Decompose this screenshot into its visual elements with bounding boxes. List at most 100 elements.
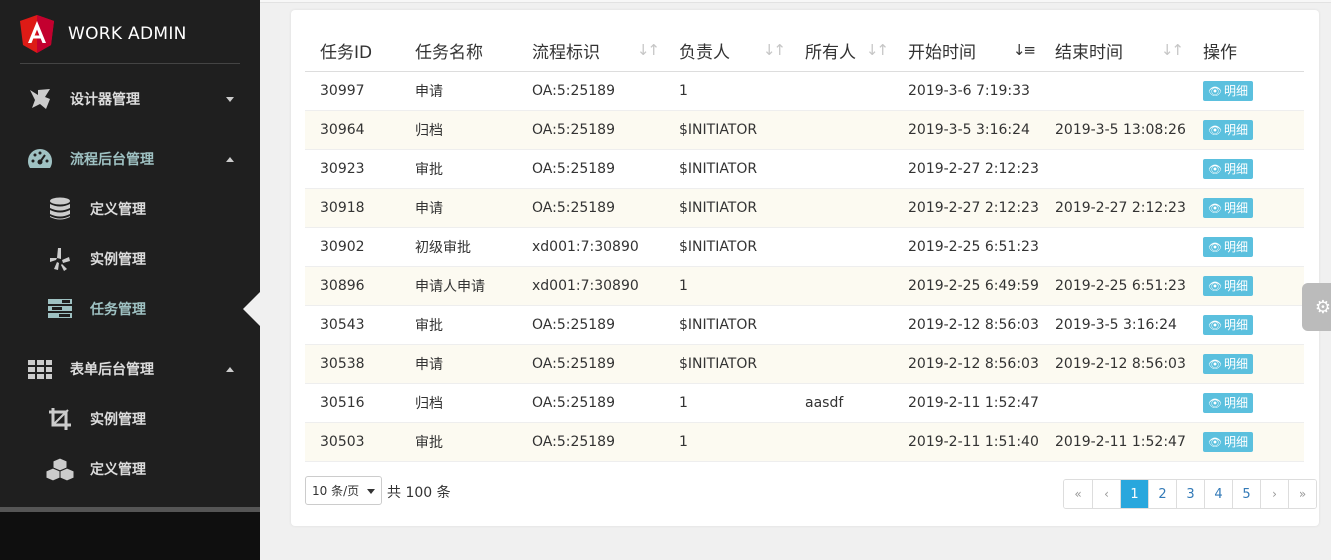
- cell-end-time: 2019-2-12 8:56:03: [1040, 344, 1188, 384]
- column-header-end-time[interactable]: 结束时间 ↓↑: [1040, 31, 1188, 72]
- cell-process-key: OA:5:25189: [517, 149, 664, 189]
- table-row: 30997 申请 OA:5:25189 1 2019-3-6 7:19:33 👁 明细: [305, 71, 1304, 111]
- detail-button[interactable]: 👁 明细: [1203, 353, 1253, 374]
- eye-icon: 👁: [1208, 201, 1222, 215]
- eye-icon: 👁: [1208, 279, 1222, 293]
- eye-icon: 👁: [1208, 435, 1222, 449]
- sort-icon[interactable]: ↓↑: [763, 41, 786, 59]
- cell-task-name: 申请: [400, 188, 517, 228]
- cell-task-name: 申请人申请: [400, 266, 517, 306]
- designer-icon: [26, 85, 54, 113]
- sort-desc-icon[interactable]: ↓≡: [1013, 41, 1036, 59]
- detail-button[interactable]: 👁 明细: [1203, 80, 1253, 101]
- cell-start-time: 2019-2-27 2:12:23: [893, 188, 1040, 228]
- detail-button-label: 明细: [1223, 278, 1248, 293]
- column-header-assignee[interactable]: 负责人 ↓↑: [664, 31, 790, 72]
- column-header-process-key[interactable]: 流程标识 ↓↑: [517, 31, 664, 72]
- cell-actions: 👁 明细: [1188, 383, 1304, 423]
- pagination-page-5[interactable]: 5: [1232, 480, 1260, 508]
- cell-assignee: $INITIATOR: [664, 227, 790, 267]
- sidebar-item-form-instances[interactable]: 实例管理: [0, 399, 260, 439]
- detail-button[interactable]: 👁 明细: [1203, 197, 1253, 218]
- detail-button[interactable]: 👁 明细: [1203, 392, 1253, 413]
- column-header-start-time[interactable]: 开始时间 ↓≡: [893, 31, 1040, 72]
- cell-assignee: $INITIATOR: [664, 305, 790, 345]
- sidebar-item-process-admin[interactable]: 流程后台管理: [0, 139, 260, 179]
- sidebar-item-process-definitions[interactable]: 定义管理: [0, 189, 260, 229]
- detail-button[interactable]: 👁 明细: [1203, 431, 1253, 452]
- cell-process-key: OA:5:25189: [517, 305, 664, 345]
- sidebar-item-label: 任务管理: [90, 302, 146, 318]
- pagination-first[interactable]: «: [1064, 480, 1092, 508]
- cell-actions: 👁 明细: [1188, 344, 1304, 384]
- cell-owner: [790, 227, 893, 267]
- settings-toggle[interactable]: ⚙: [1302, 283, 1331, 331]
- eye-icon: 👁: [1208, 123, 1222, 137]
- pagination-page-1[interactable]: 1: [1120, 480, 1148, 508]
- detail-button[interactable]: 👁 明细: [1203, 236, 1253, 257]
- detail-button[interactable]: 👁 明细: [1203, 158, 1253, 179]
- pagination-page-3[interactable]: 3: [1176, 480, 1204, 508]
- eye-icon: 👁: [1208, 396, 1222, 410]
- cell-owner: [790, 266, 893, 306]
- cell-actions: 👁 明细: [1188, 227, 1304, 267]
- cell-task-id: 30964: [305, 110, 400, 150]
- sort-icon[interactable]: ↓↑: [1161, 41, 1184, 59]
- sidebar-item-label: 定义管理: [90, 202, 146, 218]
- cell-assignee: 1: [664, 266, 790, 306]
- cell-task-name: 审批: [400, 422, 517, 462]
- cell-task-name: 申请: [400, 71, 517, 111]
- cell-end-time: 2019-3-5 3:16:24: [1040, 305, 1188, 345]
- cell-owner: [790, 149, 893, 189]
- cell-process-key: OA:5:25189: [517, 383, 664, 423]
- eye-icon: 👁: [1208, 240, 1222, 254]
- pagination-page-2[interactable]: 2: [1148, 480, 1176, 508]
- cell-task-name: 审批: [400, 149, 517, 189]
- cell-end-time: [1040, 383, 1188, 423]
- column-header-task-name[interactable]: 任务名称: [400, 31, 517, 72]
- cell-assignee: 1: [664, 383, 790, 423]
- cell-process-key: OA:5:25189: [517, 110, 664, 150]
- pagination-next[interactable]: ›: [1260, 480, 1288, 508]
- cell-owner: [790, 344, 893, 384]
- pagination-last[interactable]: »: [1288, 480, 1316, 508]
- cubes-icon: [46, 455, 74, 483]
- cell-owner: aasdf: [790, 383, 893, 423]
- sidebar-item-label: 实例管理: [90, 252, 146, 268]
- sidebar-item-form-definitions[interactable]: 定义管理: [0, 449, 260, 489]
- sort-icon[interactable]: ↓↑: [637, 41, 660, 59]
- task-table: 任务ID 任务名称 流程标识 ↓↑ 负责人 ↓↑ 所有人 ↓↑ 开始时间 ↓≡ 结束时间…: [305, 31, 1304, 462]
- cell-task-id: 30923: [305, 149, 400, 189]
- cell-actions: 👁 明细: [1188, 149, 1304, 189]
- detail-button[interactable]: 👁 明细: [1203, 119, 1253, 140]
- pagination-prev[interactable]: ‹: [1092, 480, 1120, 508]
- sidebar-item-process-instances[interactable]: 实例管理: [0, 239, 260, 279]
- cell-process-key: xd001:7:30890: [517, 266, 664, 306]
- column-header-owner[interactable]: 所有人 ↓↑: [790, 31, 893, 72]
- cell-start-time: 2019-2-27 2:12:23: [893, 149, 1040, 189]
- database-icon: [46, 195, 74, 223]
- detail-button-label: 明细: [1223, 83, 1248, 98]
- detail-button[interactable]: 👁 明细: [1203, 314, 1253, 335]
- angular-logo-icon: [20, 15, 54, 53]
- active-indicator: [243, 292, 260, 326]
- sidebar-item-task-management[interactable]: 任务管理: [0, 289, 260, 329]
- eye-icon: 👁: [1208, 162, 1222, 176]
- sidebar-item-form-admin[interactable]: 表单后台管理: [0, 349, 260, 389]
- pagination-page-4[interactable]: 4: [1204, 480, 1232, 508]
- page-size-select[interactable]: 10 条/页: [305, 476, 382, 505]
- sidebar-item-designer[interactable]: 设计器管理: [0, 79, 260, 119]
- cell-task-id: 30997: [305, 71, 400, 111]
- cell-task-name: 归档: [400, 110, 517, 150]
- column-header-task-id[interactable]: 任务ID: [305, 31, 400, 72]
- cell-assignee: $INITIATOR: [664, 149, 790, 189]
- cell-end-time: 2019-2-25 6:51:23: [1040, 266, 1188, 306]
- cell-task-name: 归档: [400, 383, 517, 423]
- detail-button[interactable]: 👁 明细: [1203, 275, 1253, 296]
- cell-start-time: 2019-2-25 6:51:23: [893, 227, 1040, 267]
- app-logo[interactable]: WORK ADMIN: [20, 14, 187, 54]
- table-row: 30538 申请 OA:5:25189 $INITIATOR 2019-2-12 8:5…: [305, 344, 1304, 384]
- cell-task-id: 30543: [305, 305, 400, 345]
- sort-icon[interactable]: ↓↑: [866, 41, 889, 59]
- eye-icon: 👁: [1208, 318, 1222, 332]
